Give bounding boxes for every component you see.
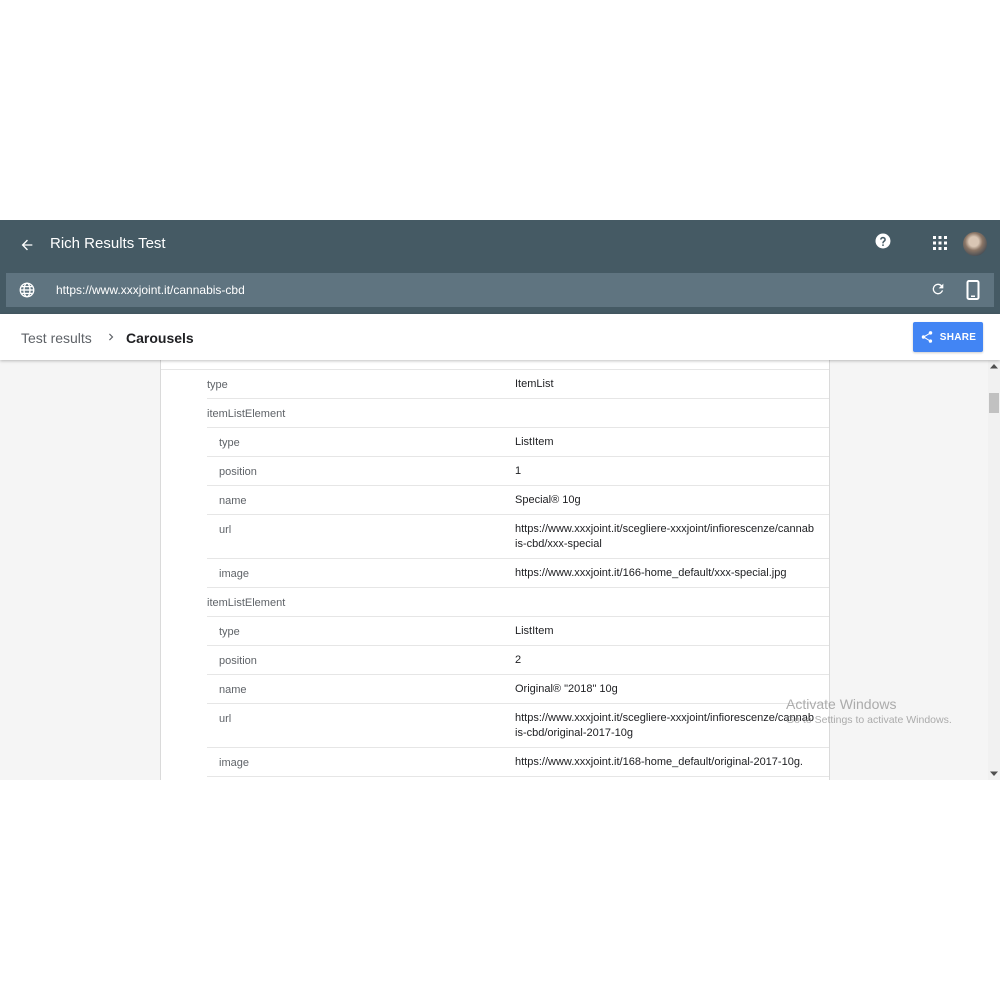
table-row: itemListElement — [161, 588, 829, 617]
apps-grid-icon[interactable] — [932, 235, 950, 253]
property-key: url — [219, 524, 232, 536]
table-row: position 2 — [161, 646, 829, 675]
property-value: 1 — [515, 465, 522, 477]
globe-icon — [18, 281, 36, 299]
property-key: type — [219, 437, 240, 449]
table-row: url https://www.xxxjoint.it/scegliere-xxx… — [161, 515, 829, 559]
property-key: name — [219, 495, 247, 507]
property-value: ListItem — [515, 436, 554, 448]
table-row: url https://www.xxxjoint.it/scegliere-xxx… — [161, 704, 829, 748]
property-value: https://www.xxxjoint.it/scegliere-xxxjoi… — [515, 712, 814, 739]
vertical-scrollbar[interactable] — [988, 360, 1000, 780]
help-icon[interactable] — [874, 232, 892, 250]
reload-icon[interactable] — [930, 281, 948, 299]
table-row: image https://www.xxxjoint.it/168-home_de… — [161, 748, 829, 777]
app-title: Rich Results Test — [50, 235, 166, 252]
rich-results-app: Rich Results Test https://www.xxxjoint.i… — [0, 220, 1000, 780]
structured-data-card: type ItemList itemListElement type ListItem p… — [160, 360, 830, 780]
property-value: https://www.xxxjoint.it/168-home_default… — [515, 756, 803, 768]
mobile-device-icon[interactable] — [966, 280, 984, 300]
breadcrumb-test-results[interactable]: Test results — [21, 330, 92, 346]
property-key: position — [219, 655, 257, 667]
scroll-up-icon[interactable] — [988, 360, 1000, 372]
scrollbar-thumb[interactable] — [989, 393, 999, 413]
table-row: image https://www.xxxjoint.it/166-home_de… — [161, 559, 829, 588]
table-row: type ListItem — [161, 617, 829, 646]
property-key: url — [219, 713, 232, 725]
avatar[interactable] — [963, 232, 987, 256]
row-divider — [207, 776, 829, 777]
url-bar — [6, 273, 994, 307]
property-value: https://www.xxxjoint.it/166-home_default… — [515, 567, 787, 579]
property-value: https://www.xxxjoint.it/scegliere-xxxjoi… — [515, 523, 814, 550]
property-value: Original® "2018" 10g — [515, 683, 618, 695]
back-arrow-icon[interactable] — [14, 232, 40, 258]
table-row: type ListItem — [161, 428, 829, 457]
breadcrumb-current: Carousels — [126, 330, 194, 346]
property-key: itemListElement — [207, 597, 286, 609]
property-value: Special® 10g — [515, 494, 581, 506]
table-row: itemListElement — [161, 399, 829, 428]
property-value: 2 — [515, 654, 522, 666]
share-icon — [921, 331, 932, 343]
table-row: type ItemList — [161, 370, 829, 399]
share-button[interactable]: SHARE — [913, 322, 983, 352]
property-value: ListItem — [515, 625, 554, 637]
table-row: position 1 — [161, 457, 829, 486]
scroll-down-icon[interactable] — [988, 768, 1000, 780]
share-label: SHARE — [939, 331, 977, 343]
table-row: name Original® "2018" 10g — [161, 675, 829, 704]
watermark-subtitle: Go to Settings to activate Windows. — [786, 714, 952, 726]
property-key: image — [219, 757, 249, 769]
windows-activation-watermark: Activate Windows Go to Settings to activ… — [786, 696, 952, 726]
chevron-right-icon — [104, 330, 118, 344]
property-key: position — [219, 466, 257, 478]
app-header: Rich Results Test — [0, 220, 1000, 314]
breadcrumb: Test results Carousels SHARE — [0, 314, 1000, 360]
property-key: type — [207, 379, 228, 391]
property-value: ItemList — [515, 378, 554, 390]
watermark-title: Activate Windows — [786, 696, 897, 712]
table-row: name Special® 10g — [161, 486, 829, 515]
property-key: name — [219, 684, 247, 696]
property-key: itemListElement — [207, 408, 286, 420]
property-key: image — [219, 568, 249, 580]
url-input[interactable] — [56, 279, 896, 301]
property-key: type — [219, 626, 240, 638]
